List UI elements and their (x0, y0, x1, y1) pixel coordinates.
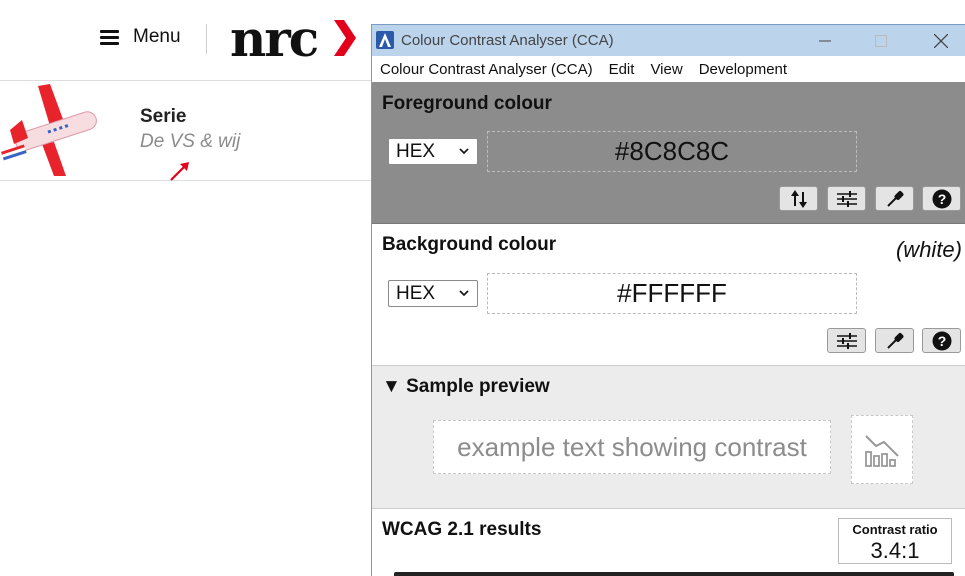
sliders-icon (836, 190, 857, 207)
foreground-section: Foreground colour HEX #8C8C8C ? (372, 82, 965, 224)
foreground-heading: Foreground colour (382, 93, 552, 114)
serie-label[interactable]: Serie (140, 106, 186, 128)
hamburger-icon (100, 29, 119, 45)
contrast-ratio-value: 3.4:1 (870, 538, 920, 563)
help-icon: ? (932, 189, 951, 208)
menu-item-edit[interactable]: Edit (609, 61, 635, 78)
pointer-arrow-icon (170, 162, 189, 181)
maximize-icon (875, 34, 887, 47)
window-title: Colour Contrast Analyser (CCA) (401, 32, 614, 49)
maximize-button[interactable] (858, 25, 904, 56)
background-heading: Background colour (382, 234, 557, 255)
cca-window: Colour Contrast Analyser (CCA) Colour Co… (371, 24, 965, 576)
foreground-format-select[interactable]: HEX (388, 138, 478, 165)
sliders-icon (836, 332, 857, 349)
sample-preview-section: ▼ Sample preview example text showing co… (372, 366, 965, 509)
foreground-sliders-button[interactable] (827, 186, 866, 211)
eyedropper-icon (886, 190, 903, 207)
background-sliders-button[interactable] (827, 328, 866, 353)
background-format-value: HEX (396, 282, 436, 304)
results-table-edge (394, 572, 954, 576)
svg-text:?: ? (937, 191, 946, 207)
background-hex-input[interactable]: #FFFFFF (487, 273, 857, 314)
foreground-eyedropper-button[interactable] (875, 186, 914, 211)
close-button[interactable] (918, 25, 964, 56)
header-divider (206, 24, 207, 54)
background-section: Background colour (white) HEX #FFFFFF ? (372, 224, 965, 366)
svg-text:?: ? (937, 333, 946, 349)
help-icon: ? (932, 331, 951, 350)
cca-app-icon (376, 31, 394, 49)
swap-icon (790, 189, 807, 208)
minimize-button[interactable] (802, 25, 848, 56)
menu-item-development[interactable]: Development (699, 61, 787, 78)
airplane-illustration (1, 84, 97, 176)
chart-icon (865, 434, 899, 467)
background-colour-name: (white) (895, 237, 962, 262)
minimize-icon (819, 40, 831, 41)
background-format-select[interactable]: HEX (388, 280, 478, 307)
nrc-logo[interactable]: nrc (230, 9, 319, 69)
wcag-results-section: WCAG 2.1 results Contrast ratio 3.4:1 (372, 509, 965, 576)
menu-button[interactable]: Menu (100, 26, 181, 48)
sample-preview-text: example text showing contrast (433, 420, 831, 474)
menu-item-view[interactable]: View (650, 61, 682, 78)
background-eyedropper-button[interactable] (875, 328, 914, 353)
foreground-format-value: HEX (396, 140, 436, 162)
chevron-down-icon (459, 290, 469, 297)
wcag-results-heading: WCAG 2.1 results (382, 519, 542, 540)
serie-subtitle[interactable]: De VS & wij (140, 131, 240, 153)
eyedropper-icon (886, 332, 903, 349)
swap-colours-button[interactable] (779, 186, 818, 211)
close-icon (934, 33, 948, 48)
menu-bar: Colour Contrast Analyser (CCA) Edit View… (372, 56, 965, 82)
contrast-chart-button[interactable] (851, 415, 913, 484)
background-help-button[interactable]: ? (922, 328, 961, 353)
contrast-ratio-label: Contrast ratio (852, 522, 938, 537)
foreground-hex-input[interactable]: #8C8C8C (487, 131, 857, 172)
nrc-logo-chevron-icon (334, 20, 356, 56)
title-bar[interactable]: Colour Contrast Analyser (CCA) (372, 25, 965, 56)
sample-preview-toggle[interactable]: ▼ Sample preview (382, 376, 550, 398)
menu-label: Menu (133, 26, 181, 47)
chevron-down-icon (459, 148, 469, 155)
foreground-help-button[interactable]: ? (922, 186, 961, 211)
contrast-ratio-box: Contrast ratio 3.4:1 (838, 518, 952, 564)
menu-item-app[interactable]: Colour Contrast Analyser (CCA) (380, 61, 593, 78)
